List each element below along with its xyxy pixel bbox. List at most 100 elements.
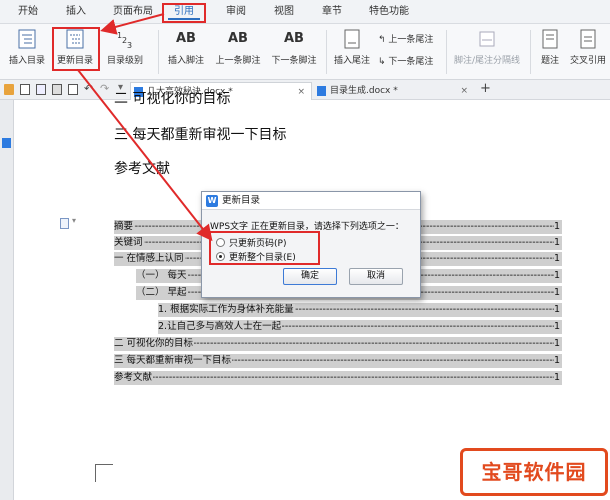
tab-special-features[interactable]: 特色功能 (364, 4, 414, 20)
export-pdf-icon[interactable] (36, 84, 46, 95)
dialog-message: WPS文字 正在更新目录，请选择下列选项之一： (210, 222, 404, 232)
tab-insert[interactable]: 插入 (60, 4, 92, 20)
heading-review-goals: 三 每天都重新审视一下目标 (114, 127, 287, 143)
toc-leader: ----------------------------------------… (114, 372, 554, 383)
toc-entry-text: 二 可视化你的目标 (114, 338, 195, 349)
tab-section[interactable]: 章节 (316, 4, 348, 20)
toc-page-number: 1 (553, 321, 560, 332)
toc-entry[interactable]: ----------------------------------------… (114, 354, 562, 368)
print-icon[interactable] (52, 84, 62, 95)
insert-toc-icon (18, 29, 36, 49)
radio-update-entire-toc[interactable]: 更新整个目录(E) (216, 250, 296, 263)
footnote-separator-label: 脚注/尾注分隔线 (453, 56, 521, 66)
close-tab-icon[interactable]: × (460, 82, 468, 100)
radio-label: 只更新页码(P) (229, 239, 287, 249)
ribbon-separator (446, 30, 447, 74)
toc-entry-text: 2.让自己多与高效人士在一起 (158, 321, 283, 332)
caption-label: 题注 (540, 56, 559, 66)
caption-button[interactable]: 题注 (534, 28, 566, 66)
new-tab-icon[interactable]: + (480, 81, 491, 96)
cancel-button[interactable]: 取消 (349, 268, 403, 285)
doc-tab-inactive[interactable]: 目录生成.docx * × (314, 82, 474, 100)
toc-entry-text: 三 每天都重新审视一下目标 (114, 355, 233, 366)
toc-entry-text: 关键词 (114, 237, 144, 248)
cross-reference-label: 交叉引用 (569, 56, 606, 66)
close-tab-icon[interactable]: × (297, 83, 305, 101)
ribbon-references: 插入目录 更新目录 1 2 3 目录级别 AB 插入脚注 AB 上一条脚注 AB… (0, 24, 610, 80)
toc-level-dropdown[interactable]: 1 2 3 目录级别 (100, 28, 150, 66)
print-preview-icon[interactable] (68, 84, 78, 95)
update-toc-button[interactable]: 更新目录 (52, 28, 98, 66)
next-footnote-button[interactable]: AB 下一条脚注 (266, 28, 322, 66)
prev-footnote-button[interactable]: AB 上一条脚注 (210, 28, 266, 66)
insert-endnote-label: 插入尾注 (333, 56, 370, 66)
next-footnote-icon: AB (284, 31, 304, 46)
toc-entry-text: （一） 每天 (136, 270, 188, 281)
footnote-ab-icon: AB (176, 31, 196, 46)
redo-icon[interactable]: ↷ (100, 82, 109, 95)
paragraph-marker-icon[interactable] (60, 218, 69, 229)
toc-page-number: 1 (553, 253, 560, 264)
toc-entry-text: （二） 早起 (136, 287, 188, 298)
prev-endnote-button[interactable]: ↰ 上一条尾注 (378, 32, 433, 45)
toc-page-number: 1 (553, 270, 560, 281)
heading-references: 参考文献 (114, 161, 170, 177)
next-endnote-button[interactable]: ↳ 下一条尾注 (378, 54, 433, 67)
radio-label: 更新整个目录(E) (229, 253, 296, 263)
toc-entry[interactable]: ----------------------------------------… (114, 337, 562, 351)
update-toc-label: 更新目录 (56, 56, 93, 66)
tab-review[interactable]: 审阅 (220, 4, 252, 20)
tab-page-layout[interactable]: 页面布局 (108, 4, 158, 20)
document-page[interactable] (14, 100, 610, 500)
radio-update-pages-only[interactable]: 只更新页码(P) (216, 236, 286, 249)
toc-page-number: 1 (553, 372, 560, 383)
radio-button-on[interactable] (216, 252, 225, 261)
toc-level-icon: 1 2 3 (117, 31, 132, 50)
tab-view[interactable]: 视图 (268, 4, 300, 20)
radio-button-off[interactable] (216, 238, 225, 247)
insert-endnote-button[interactable]: 插入尾注 (330, 28, 374, 66)
open-folder-icon[interactable] (4, 84, 14, 95)
toc-level-label: 目录级别 (106, 56, 143, 66)
chevron-down-icon: ▾ (72, 216, 77, 225)
document-icon (317, 86, 326, 96)
ribbon-separator (158, 30, 159, 74)
toc-entry-text: 参考文献 (114, 372, 154, 383)
svg-text:3: 3 (127, 41, 132, 50)
update-toc-dialog: W 更新目录 WPS文字 正在更新目录，请选择下列选项之一： 只更新页码(P) … (201, 191, 421, 298)
prev-footnote-icon: AB (228, 31, 248, 46)
left-gutter (0, 100, 14, 500)
insert-toc-button[interactable]: 插入目录 (4, 28, 50, 66)
tab-references[interactable]: 引用 (168, 4, 200, 20)
dialog-title: 更新目录 (222, 195, 261, 206)
toc-entry[interactable]: ----------------------------------------… (158, 303, 562, 317)
heading-text: 二 可视化你的目标 (114, 92, 231, 107)
page-margin-corner-mark (95, 464, 113, 482)
save-icon[interactable] (20, 84, 30, 95)
toc-entry-text: 一 在情感上认同 (114, 253, 185, 264)
toc-page-number: 1 (553, 355, 560, 366)
toc-page-number: 1 (553, 237, 560, 248)
navigation-icon[interactable] (2, 138, 11, 148)
insert-footnote-label: 插入脚注 (167, 56, 204, 66)
update-toc-icon (66, 29, 84, 49)
insert-footnote-button[interactable]: AB 插入脚注 (162, 28, 210, 66)
document-tab-bar: ↶ ↷ ▾ 几大高效秘诀.docx * × 目录生成.docx * × + (0, 80, 610, 100)
separator-line-icon (479, 31, 495, 47)
wps-logo-icon: W (206, 195, 218, 207)
ribbon-separator (530, 30, 531, 74)
dialog-title-bar[interactable]: W 更新目录 (202, 192, 420, 210)
undo-icon[interactable]: ↶ (84, 82, 93, 95)
tab-home[interactable]: 开始 (12, 4, 44, 20)
cross-reference-icon (580, 29, 596, 49)
wps-writer-window: 开始 插入 页面布局 引用 审阅 视图 章节 特色功能 插入目录 更新目录 1 … (0, 0, 610, 500)
next-footnote-label: 下一条脚注 (271, 56, 317, 66)
toc-page-number: 1 (553, 221, 560, 232)
cross-reference-button[interactable]: 交叉引用 (566, 28, 610, 66)
toc-entry[interactable]: ----------------------------------------… (114, 371, 562, 385)
ok-button[interactable]: 确定 (283, 268, 337, 285)
footnote-separator-button[interactable]: 脚注/尾注分隔线 (448, 28, 526, 66)
toc-entry[interactable]: ----------------------------------------… (158, 320, 562, 334)
next-endnote-label: 下一条尾注 (388, 57, 434, 67)
prev-footnote-label: 上一条脚注 (215, 56, 261, 66)
